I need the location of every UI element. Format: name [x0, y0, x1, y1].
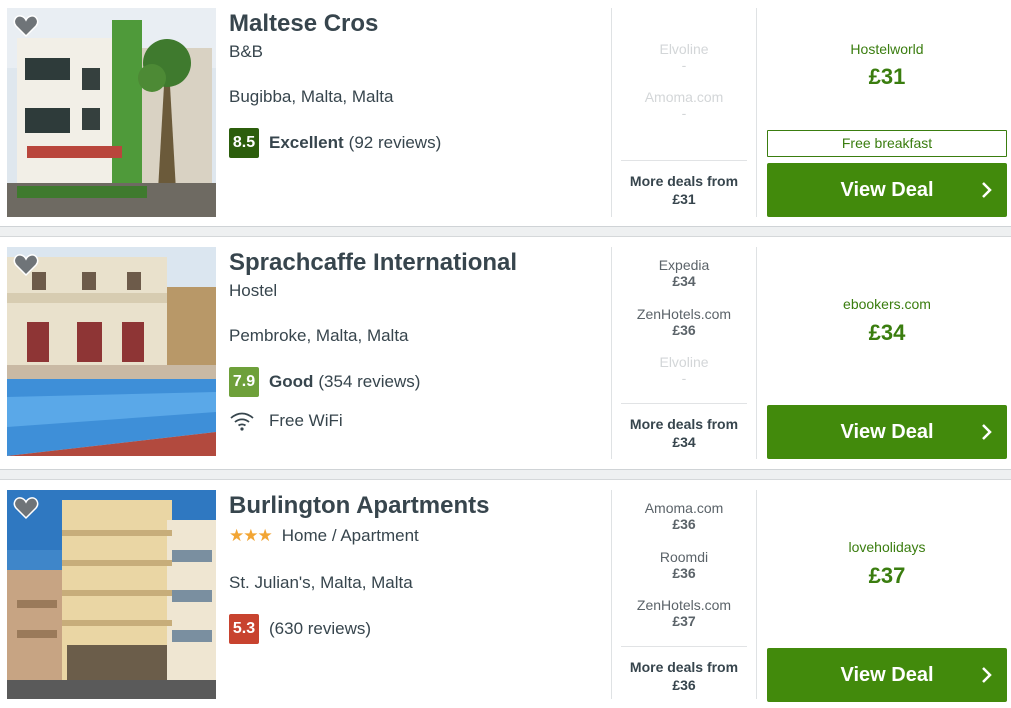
amenity-label: Free WiFi — [269, 411, 343, 430]
more-deals-label: More deals from — [629, 173, 739, 189]
deal-provider: Amoma.com — [644, 500, 724, 516]
amenity-row: Free WiFi — [229, 411, 343, 431]
more-deals-price: £36 — [672, 677, 696, 693]
star-icon: ★ — [257, 526, 273, 545]
hotel-card: Sprachcaffe International Hostel Pembrok… — [0, 237, 1011, 469]
more-deals-link[interactable]: More deals from £34 — [621, 403, 747, 451]
accommodation-type-row: ★★★ Home / Apartment — [229, 526, 419, 546]
best-deal-provider[interactable]: loveholidays — [767, 539, 1007, 555]
rating-score-badge: 8.5 — [229, 128, 259, 158]
deal-provider: ZenHotels.com — [636, 306, 732, 322]
deal-provider: ZenHotels.com — [636, 597, 732, 613]
accommodation-type: Hostel — [229, 281, 278, 300]
column-divider — [756, 247, 757, 459]
best-deal-price[interactable]: £31 — [767, 64, 1007, 90]
best-deal-provider[interactable]: ebookers.com — [767, 296, 1007, 312]
rating-row[interactable]: 7.9 Good (354 reviews) — [229, 367, 420, 397]
card-separator — [0, 226, 1011, 237]
more-deals-link[interactable]: More deals from £36 — [621, 646, 747, 694]
hotel-location[interactable]: Bugibba, Malta, Malta — [229, 87, 393, 107]
chevron-right-icon — [982, 182, 992, 198]
deal-price: £36 — [672, 565, 696, 581]
deal-item[interactable]: Amoma.com £36 — [621, 500, 747, 532]
hotel-name[interactable]: Sprachcaffe International — [229, 249, 517, 277]
star-icon: ★ — [243, 526, 258, 545]
star-rating: ★★★ — [229, 526, 273, 546]
more-deals-label: More deals from — [629, 416, 739, 432]
column-divider — [611, 490, 612, 699]
deal-provider: Amoma.com — [644, 89, 724, 105]
deal-price: - — [681, 105, 687, 121]
card-separator — [0, 469, 1011, 480]
best-deal-provider[interactable]: Hostelworld — [767, 41, 1007, 57]
column-divider — [756, 490, 757, 699]
review-count: (630 reviews) — [269, 619, 372, 638]
more-deals-link[interactable]: More deals from £31 — [621, 160, 747, 208]
more-deals-price: £34 — [672, 434, 696, 450]
deal-provider: Roomdi — [659, 549, 709, 565]
heart-icon[interactable] — [13, 496, 39, 520]
best-deal-price[interactable]: £34 — [767, 320, 1007, 346]
hotel-location[interactable]: St. Julian's, Malta, Malta — [229, 573, 413, 593]
rating-score-badge: 7.9 — [229, 367, 259, 397]
hotel-photo[interactable] — [7, 8, 216, 217]
hotel-card: Maltese Cros B&B Bugibba, Malta, Malta 8… — [0, 0, 1011, 226]
accommodation-type: B&B — [229, 42, 264, 61]
accommodation-type: Home / Apartment — [281, 526, 419, 545]
deal-price: - — [681, 57, 687, 73]
more-deals-price: £31 — [672, 191, 696, 207]
deal-item[interactable]: Amoma.com - — [621, 89, 747, 121]
deal-item[interactable]: Elvoline - — [621, 354, 747, 386]
rating-word: Excellent — [269, 133, 344, 152]
column-divider — [756, 8, 757, 217]
deal-item[interactable]: ZenHotels.com £37 — [621, 597, 747, 629]
hotel-name[interactable]: Maltese Cros — [229, 10, 378, 38]
deal-provider: Expedia — [658, 257, 710, 273]
star-icon: ★ — [229, 526, 244, 545]
deal-item[interactable]: Roomdi £36 — [621, 549, 747, 581]
deal-price: - — [681, 370, 687, 386]
more-deals-label: More deals from — [629, 659, 739, 675]
review-count: (92 reviews) — [348, 133, 442, 152]
deal-item[interactable]: Elvoline - — [621, 41, 747, 73]
hotel-photo[interactable] — [7, 490, 216, 699]
hotel-location[interactable]: Pembroke, Malta, Malta — [229, 326, 409, 346]
chevron-right-icon — [982, 424, 992, 440]
heart-icon[interactable] — [13, 14, 39, 38]
view-deal-label: View Deal — [840, 179, 934, 201]
rating-word: Good — [269, 372, 314, 391]
rating-row[interactable]: 5.3 (630 reviews) — [229, 614, 371, 644]
deal-item[interactable]: ZenHotels.com £36 — [621, 306, 747, 338]
deal-price: £36 — [672, 516, 696, 532]
deal-item[interactable]: Expedia £34 — [621, 257, 747, 289]
hotel-name[interactable]: Burlington Apartments — [229, 492, 489, 520]
view-deal-button[interactable]: View Deal — [767, 163, 1007, 217]
deal-provider: Elvoline — [659, 41, 709, 57]
hotel-photo[interactable] — [7, 247, 216, 456]
view-deal-button[interactable]: View Deal — [767, 648, 1007, 702]
free-breakfast-badge: Free breakfast — [767, 130, 1007, 157]
view-deal-button[interactable]: View Deal — [767, 405, 1007, 459]
deal-price: £37 — [672, 613, 696, 629]
deal-price: £34 — [672, 273, 696, 289]
rating-row[interactable]: 8.5 Excellent (92 reviews) — [229, 128, 441, 158]
view-deal-label: View Deal — [840, 664, 934, 686]
wifi-icon — [230, 412, 254, 431]
hotel-card: Burlington Apartments ★★★ Home / Apartme… — [0, 480, 1011, 708]
deal-price: £36 — [672, 322, 696, 338]
column-divider — [611, 247, 612, 459]
column-divider — [611, 8, 612, 217]
rating-score-badge: 5.3 — [229, 614, 259, 644]
chevron-right-icon — [982, 667, 992, 683]
heart-icon[interactable] — [13, 253, 39, 277]
deal-provider: Elvoline — [659, 354, 709, 370]
review-count: (354 reviews) — [318, 372, 421, 391]
best-deal-price[interactable]: £37 — [767, 563, 1007, 589]
view-deal-label: View Deal — [840, 421, 934, 443]
